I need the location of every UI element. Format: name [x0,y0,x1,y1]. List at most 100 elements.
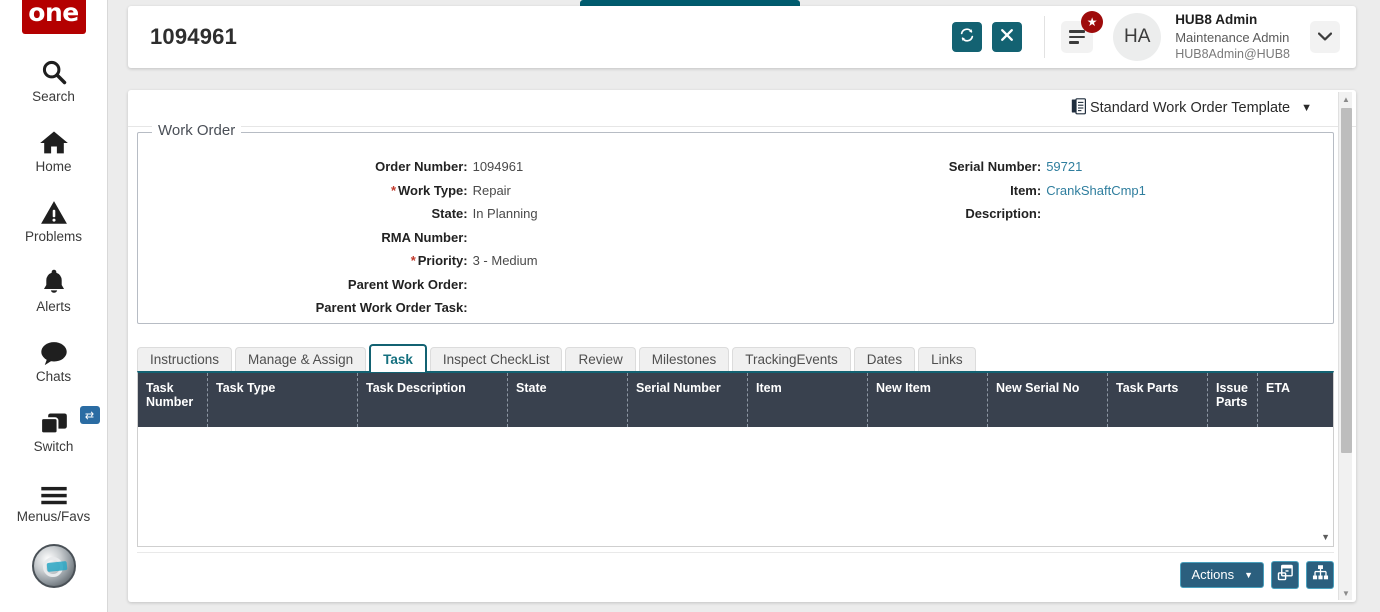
field-label-text: Parent Work Order Task: [315,300,468,315]
column-header-label: Task Type [216,381,276,395]
sidebar-item-switch[interactable]: ⇄ Switch [0,406,108,454]
page-header: 1094961 ★ HA HUB8 Admin Maintenance Admi… [128,6,1356,68]
tab-label: Dates [866,352,903,367]
sidebar-item-chats[interactable]: Chats [0,336,108,384]
tab-instructions[interactable]: Instructions [137,347,233,371]
user-name: HUB8 Admin [1175,12,1258,28]
sidebar-label-switch: Switch [33,439,74,454]
field-value: 1094961 [472,159,524,174]
column-header[interactable]: New Item [868,373,988,427]
field-value[interactable]: 59721 [1046,159,1082,174]
column-header[interactable]: Task Description [358,373,508,427]
warning-triangle-icon [40,196,68,226]
field-label-text: State: [431,206,468,221]
star-badge-icon: ★ [1081,11,1104,33]
task-grid-body[interactable]: ▼ [138,427,1333,546]
field-label-text: Parent Work Order: [347,276,468,292]
scrollbar-thumb[interactable] [1341,108,1352,453]
field-row: Item: CrankShaftCmp1 [736,183,1334,198]
tab-manage-assign[interactable]: Manage & Assign [235,347,367,371]
tab-label: Links [931,352,963,367]
field-label: Parent Work Order Task: [138,300,473,315]
column-header[interactable]: New Serial No [988,373,1108,427]
org-hierarchy-icon [1312,564,1329,586]
hamburger-icon [39,476,69,506]
sidebar-label-home: Home [35,159,72,174]
column-header-label: ETA [1266,381,1291,395]
field-row: State: In Planning [138,206,736,221]
field-label-text: Item: [1010,182,1042,198]
scroll-down-arrow[interactable]: ▼ [1339,586,1353,600]
actions-button[interactable]: Actions ▼ [1180,561,1264,588]
export-archive-button[interactable] [1271,560,1299,589]
field-row: Description: [736,206,1334,221]
switch-badge-glyph: ⇄ [84,409,95,422]
tab-inspect-checklist[interactable]: Inspect CheckList [429,347,563,371]
chat-bubble-icon [39,336,69,366]
sidebar-label-alerts: Alerts [36,299,71,314]
field-label: Description: [736,206,1047,221]
refresh-icon [959,27,975,48]
tab-review[interactable]: Review [565,347,636,371]
column-header-label: Item [756,381,782,395]
column-header[interactable]: State [508,373,628,427]
actions-label: Actions [1191,567,1235,582]
field-row: Order Number: 1094961 [138,159,736,174]
switch-badge-icon[interactable]: ⇄ [79,406,100,424]
tab-milestones[interactable]: Milestones [638,347,730,371]
sidebar-item-alerts[interactable]: Alerts [0,266,108,314]
field-value[interactable]: CrankShaftCmp1 [1046,183,1146,198]
required-asterisk: * [390,182,396,198]
user-menu-toggle[interactable] [1310,21,1340,53]
grid-scroll-down-arrow[interactable]: ▼ [1321,532,1330,542]
field-label: * Work Type: [138,183,473,198]
field-label: Item: [736,183,1047,198]
refresh-button[interactable] [952,22,983,52]
logo-text: one [28,0,79,27]
sidebar-item-problems[interactable]: Problems [0,196,108,244]
field-row: * Priority: 3 - Medium [138,253,736,268]
scroll-up-arrow[interactable]: ▲ [1339,92,1353,106]
template-selector[interactable]: Standard Work Order Template ▼ [1071,97,1312,119]
header-right-cluster: ★ HA HUB8 Admin Maintenance Admin HUB8Ad… [942,6,1356,68]
column-header[interactable]: Item [748,373,868,427]
detail-tabs: Instructions Manage & Assign Task Inspect C… [137,344,1334,372]
tab-label: Milestones [651,352,717,367]
tab-task[interactable]: Task [369,344,427,372]
tab-label: Inspect CheckList [442,352,550,367]
panel-scrollbar[interactable]: ▲ ▼ [1338,92,1352,600]
avatar[interactable]: HA [1113,13,1162,61]
column-header[interactable]: Task Type [208,373,358,427]
field-label-text: RMA Number: [381,229,468,245]
hierarchy-button[interactable] [1306,560,1334,589]
field-row: Parent Work Order Task: [138,300,736,315]
application-root: one Search Home Problems Alerts Chats ⇄ … [0,0,1380,612]
column-header-label: Task Parts [1116,381,1179,395]
column-header[interactable]: Task Number [138,373,208,427]
work-order-legend: Work Order [152,122,242,139]
header-menu-button[interactable]: ★ [1061,11,1104,53]
chevron-down-icon[interactable]: ▼ [1301,102,1312,114]
field-value: 3 - Medium [472,253,538,268]
hamburger-menu-icon [1069,27,1086,46]
sidebar-label-chats: Chats [35,369,72,384]
one-network-logo[interactable]: one [21,0,86,34]
task-grid: Task Number Task Type Task Description Stat… [137,371,1334,547]
tab-links[interactable]: Links [918,347,976,371]
sidebar-item-search[interactable]: Search [0,56,108,104]
tab-dates[interactable]: Dates [853,347,916,371]
header-divider [1044,16,1046,58]
column-header[interactable]: ETA [1258,373,1333,427]
column-header[interactable]: Task Parts [1108,373,1208,427]
sidebar-item-home[interactable]: Home [0,126,108,174]
ai-assistant-avatar[interactable] [31,544,76,588]
field-row: * Work Type: Repair [138,183,736,198]
column-header[interactable]: Issue Parts [1208,373,1258,427]
tab-trackingevents[interactable]: TrackingEvents [732,347,851,371]
field-value: In Planning [472,206,538,221]
close-button[interactable] [992,22,1023,52]
column-header-label: Issue Parts [1216,381,1248,410]
column-header[interactable]: Serial Number [628,373,748,427]
sidebar-label-search: Search [32,89,75,104]
sidebar-item-menus-favs[interactable]: Menus/Favs [0,476,108,524]
